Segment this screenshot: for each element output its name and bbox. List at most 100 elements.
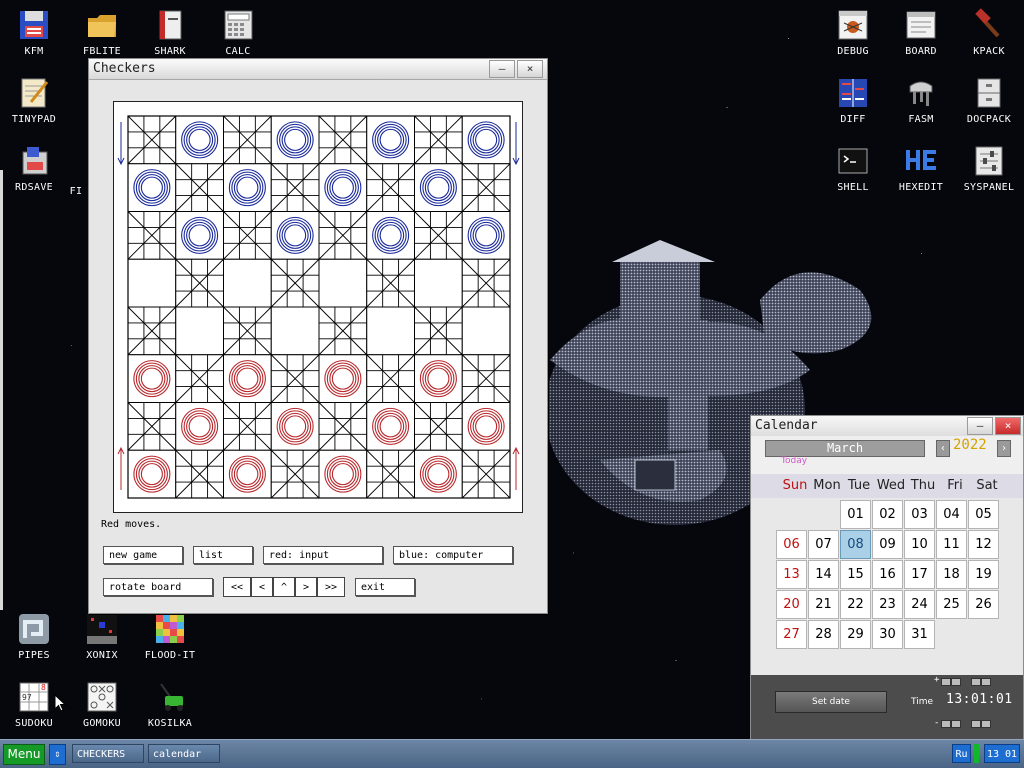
calendar-window: Calendar — × March ‹ 2022 › Today Sun Mo… — [750, 415, 1024, 742]
minimize-button[interactable]: — — [489, 60, 515, 78]
desktop-icon-diff[interactable]: DIFF — [819, 76, 887, 125]
calendar-day-cell[interactable]: 17 — [904, 560, 935, 589]
desktop-icon-xonix[interactable]: XONIX — [68, 612, 136, 661]
calendar-day-cell[interactable]: 08 — [840, 530, 871, 559]
blue-player-button[interactable]: blue: computer — [393, 546, 513, 564]
calendar-day-cell[interactable]: 25 — [936, 590, 967, 619]
calendar-day-cell[interactable]: 21 — [808, 590, 839, 619]
hour-up-button[interactable] — [941, 678, 951, 686]
desktop-icon-debug[interactable]: DEBUG — [819, 8, 887, 57]
calendar-day-cell[interactable]: 20 — [776, 590, 807, 619]
calendar-day-cell[interactable]: 10 — [904, 530, 935, 559]
calendar-day-cell[interactable]: 03 — [904, 500, 935, 529]
first-move-button[interactable]: << — [223, 577, 251, 597]
diff-icon — [839, 79, 867, 107]
hour-down-button[interactable] — [941, 720, 951, 728]
prev-move-button[interactable]: < — [251, 577, 273, 597]
task-calendar[interactable]: calendar — [148, 744, 220, 763]
calendar-day-cell[interactable]: 04 — [936, 500, 967, 529]
calendar-day-cell[interactable]: 12 — [968, 530, 999, 559]
desktop-icon-syspanel[interactable]: SYSPANEL — [955, 144, 1023, 193]
window-title: Checkers — [93, 61, 156, 76]
desktop-icon-gomoku[interactable]: GOMOKU — [68, 680, 136, 729]
desktop-icon-flood-it[interactable]: FLOOD-IT — [136, 612, 204, 661]
next-move-button[interactable]: > — [295, 577, 317, 597]
calendar-day-cell[interactable]: 09 — [872, 530, 903, 559]
checkers-board[interactable] — [114, 102, 522, 512]
calendar-day-cell[interactable]: 28 — [808, 620, 839, 649]
desktop-icon-board[interactable]: BOARD — [887, 8, 955, 57]
red-checker-base — [418, 454, 459, 495]
calendar-day-cell[interactable]: 05 — [968, 500, 999, 529]
second-down-button[interactable] — [981, 720, 991, 728]
rdsave-icon — [22, 147, 48, 175]
rotate-board-button[interactable]: rotate board — [103, 578, 213, 596]
blue-checker-base — [227, 167, 268, 208]
list-button[interactable]: list — [193, 546, 253, 564]
calendar-day-cell[interactable]: 18 — [936, 560, 967, 589]
calendar-day-cell[interactable]: 27 — [776, 620, 807, 649]
desktop-icon-shell[interactable]: SHELL — [819, 144, 887, 193]
calendar-day-cell[interactable]: 31 — [904, 620, 935, 649]
desktop-icon-tinypad[interactable]: TINYPAD — [0, 76, 68, 125]
desktop-icon-label: DOCPACK — [966, 114, 1012, 125]
prev-year-button[interactable]: ‹ — [936, 440, 950, 457]
calendar-day-cell[interactable]: 01 — [840, 500, 871, 529]
calendar-day-cell[interactable]: 06 — [776, 530, 807, 559]
calendar-day-cell[interactable]: 02 — [872, 500, 903, 529]
notepad-icon — [21, 78, 49, 108]
checkers-titlebar[interactable]: Checkers — × — [89, 59, 547, 80]
desktop-icon-fblite[interactable]: FBLITE — [68, 8, 136, 57]
red-checker-base — [370, 406, 411, 447]
calendar-day-cell[interactable]: 14 — [808, 560, 839, 589]
hour-down-button-2[interactable] — [951, 720, 961, 728]
calendar-day-cell[interactable]: 24 — [904, 590, 935, 619]
hour-up-button-2[interactable] — [951, 678, 961, 686]
desktop-icon-shark[interactable]: SHARK — [136, 8, 204, 57]
desktop-icon-docpack[interactable]: DOCPACK — [955, 76, 1023, 125]
red-player-button[interactable]: red: input — [263, 546, 383, 564]
set-date-button[interactable]: Set date — [775, 691, 887, 713]
calendar-day-cell[interactable]: 13 — [776, 560, 807, 589]
taskbar-clock[interactable]: 13 01 — [984, 744, 1020, 763]
up-button[interactable]: ^ — [273, 577, 295, 597]
calendar-day-cell[interactable]: 16 — [872, 560, 903, 589]
desktop-icon-pipes[interactable]: PIPES — [0, 612, 68, 661]
desktop-icon-hexedit[interactable]: HEXEDIT — [887, 144, 955, 193]
calendar-day-cell[interactable]: 19 — [968, 560, 999, 589]
close-button[interactable]: × — [517, 60, 543, 78]
minute-down-button[interactable] — [971, 720, 981, 728]
last-move-button[interactable]: >> — [317, 577, 345, 597]
desktop-icon-fasm[interactable]: FASM — [887, 76, 955, 125]
calendar-day-cell[interactable]: 30 — [872, 620, 903, 649]
taskbar: Menu ⇕ CHECKERS calendar Ru 13 01 — [0, 739, 1024, 768]
swap-icon[interactable]: ⇕ — [49, 744, 66, 765]
minute-up-button[interactable] — [971, 678, 981, 686]
desktop-icon-kfm[interactable]: KFM — [0, 8, 68, 57]
minimize-button[interactable]: — — [967, 417, 993, 435]
close-button[interactable]: × — [995, 417, 1021, 435]
month-selector[interactable]: March — [765, 440, 925, 457]
calendar-day-cell[interactable]: 22 — [840, 590, 871, 619]
new-game-button[interactable]: new game — [103, 546, 183, 564]
calendar-day-cell[interactable]: 26 — [968, 590, 999, 619]
calendar-day-cell[interactable]: 07 — [808, 530, 839, 559]
second-up-button[interactable] — [981, 678, 991, 686]
desktop-icon-label: HEXEDIT — [898, 182, 944, 193]
desktop-icon-kosilka[interactable]: KOSILKA — [136, 680, 204, 729]
calendar-day-cell[interactable]: 23 — [872, 590, 903, 619]
desktop-icon-calc[interactable]: CALC — [204, 8, 272, 57]
calendar-day-cell[interactable]: 15 — [840, 560, 871, 589]
calendar-day-cell[interactable]: 29 — [840, 620, 871, 649]
calendar-titlebar[interactable]: Calendar — × — [751, 416, 1023, 437]
next-year-button[interactable]: › — [997, 440, 1011, 457]
calendar-footer: Set date Time 13:01:01 + - — [751, 675, 1023, 741]
desktop-icon-kpack[interactable]: KPACK — [955, 8, 1023, 57]
menu-button[interactable]: Menu — [3, 744, 45, 765]
exit-button[interactable]: exit — [355, 578, 415, 596]
language-indicator[interactable]: Ru — [952, 744, 971, 763]
calendar-day-cell[interactable]: 11 — [936, 530, 967, 559]
today-link[interactable]: Today — [781, 456, 807, 466]
svg-text:97: 97 — [22, 693, 32, 702]
task-checkers[interactable]: CHECKERS — [72, 744, 144, 763]
